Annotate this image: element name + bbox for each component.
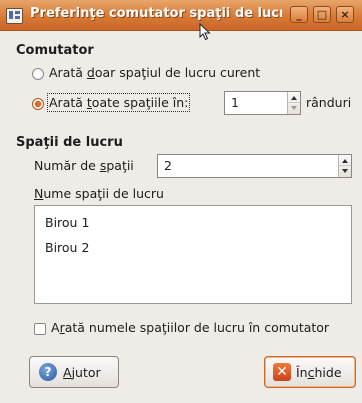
radio-show-current-only-label[interactable]: Arată doar spaţiul de lucru curent: [49, 65, 260, 80]
close-button[interactable]: ✕ Închide: [264, 356, 356, 388]
preferences-dialog: Preferinţe comutator spaţii de lucru _ □…: [0, 0, 362, 403]
close-button-label: Închide: [296, 365, 342, 380]
close-window-button[interactable]: ×: [336, 6, 354, 23]
switcher-section-title: Comutator: [16, 43, 94, 58]
list-item[interactable]: Birou 2: [45, 240, 89, 255]
spinner-down-icon[interactable]: [342, 169, 348, 173]
workspace-count-label: Număr de spaţii: [34, 158, 134, 173]
workspace-count-spinner[interactable]: 2: [157, 154, 352, 178]
window-title: Preferinţe comutator spaţii de lucru: [30, 6, 282, 21]
spinner-up-icon[interactable]: [342, 159, 348, 163]
spinner-down-icon[interactable]: [291, 106, 297, 110]
maximize-button[interactable]: □: [313, 6, 331, 23]
workspaces-section-title: Spaţii de lucru: [16, 135, 123, 150]
radio-show-all-workspaces[interactable]: [32, 98, 44, 110]
rows-spinner[interactable]: 1: [224, 91, 301, 115]
rows-spinner-arrows[interactable]: [287, 92, 300, 114]
title-bar[interactable]: Preferinţe comutator spaţii de lucru _ □…: [0, 0, 362, 31]
workspace-names-label: Nume spaţii de lucru: [34, 186, 164, 201]
help-button[interactable]: ? Ajutor: [29, 356, 119, 388]
minimize-button[interactable]: _: [290, 6, 308, 23]
mouse-pointer-icon: [199, 23, 211, 41]
help-icon: ?: [39, 363, 57, 381]
window-app-icon[interactable]: [6, 8, 23, 24]
help-button-label: Ajutor: [63, 365, 101, 380]
close-icon: ✕: [273, 363, 291, 381]
rows-spinner-value[interactable]: 1: [231, 95, 239, 110]
workspace-count-arrows[interactable]: [338, 155, 351, 177]
spinner-up-icon[interactable]: [291, 96, 297, 100]
show-names-checkbox-label[interactable]: Arată numele spaţiilor de lucru în comut…: [51, 320, 329, 335]
radio-show-current-only[interactable]: [32, 68, 44, 80]
workspace-names-list[interactable]: Birou 1 Birou 2: [34, 205, 352, 304]
rows-suffix-label: rânduri: [306, 95, 352, 110]
workspace-count-value[interactable]: 2: [164, 158, 172, 173]
list-item[interactable]: Birou 1: [45, 215, 89, 230]
radio-show-all-workspaces-label[interactable]: Arată toate spaţiile în:: [46, 93, 191, 112]
show-names-checkbox[interactable]: [34, 323, 46, 335]
